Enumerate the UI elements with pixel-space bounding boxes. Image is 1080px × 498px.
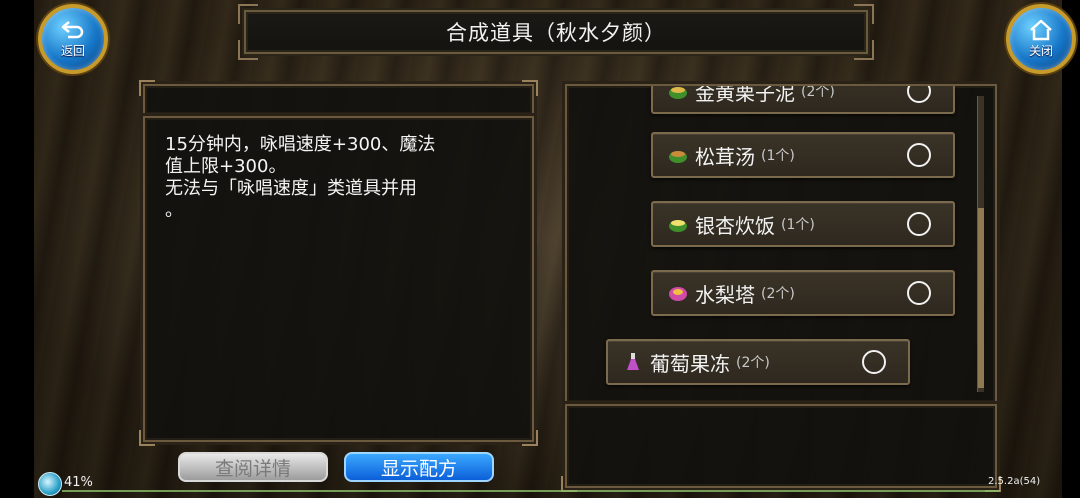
close-button[interactable]: 关闭 [1006, 4, 1076, 74]
select-radio[interactable] [907, 212, 931, 236]
back-button-label: 返回 [60, 44, 85, 58]
item-name: 水梨塔 [695, 282, 755, 307]
description-header [139, 80, 538, 116]
battery-orb-icon [38, 472, 62, 496]
list-item[interactable]: 松茸汤 (1个) [651, 132, 955, 178]
back-button[interactable]: 返回 [38, 4, 108, 74]
material-list-panel[interactable]: 金黄栗子泥 (2个) 松茸汤 (1个) 银杏炊饭 (1个) 水梨塔 (2个) 葡… [565, 84, 997, 404]
tart-icon [667, 282, 689, 304]
list-item[interactable]: 葡萄果冻 (2个) [606, 339, 910, 385]
version-label: 2.5.2a(54) [988, 476, 1041, 487]
item-name: 松茸汤 [695, 144, 755, 169]
list-item[interactable]: 金黄栗子泥 (2个) [651, 84, 955, 114]
select-radio[interactable] [907, 86, 931, 103]
potion-icon [622, 351, 644, 373]
food-bowl-icon [667, 144, 689, 166]
select-radio[interactable] [907, 143, 931, 167]
food-bowl-icon [667, 213, 689, 235]
description-panel: 15分钟内，咏唱速度+300、魔法 值上限+300。 无法与「咏唱速度」类道具并… [139, 116, 538, 446]
item-name: 金黄栗子泥 [695, 84, 795, 105]
list-item[interactable]: 银杏炊饭 (1个) [651, 201, 955, 247]
item-qty: (2个) [801, 84, 835, 100]
scrollbar-thumb[interactable] [978, 208, 984, 388]
status-bar-line [62, 490, 1000, 492]
food-bowl-icon [667, 86, 689, 102]
item-qty: (1个) [761, 148, 795, 164]
list-item[interactable]: 水梨塔 (2个) [651, 270, 955, 316]
select-radio[interactable] [862, 350, 886, 374]
battery-percent: 41% [64, 475, 93, 490]
close-button-label: 关闭 [1028, 44, 1053, 58]
item-qty: (2个) [761, 286, 795, 302]
screen-right-edge [1062, 0, 1080, 498]
screen-left-edge [0, 0, 34, 498]
item-description: 15分钟内，咏唱速度+300、魔法 值上限+300。 无法与「咏唱速度」类道具并… [165, 134, 436, 221]
list-footer-panel [561, 404, 1001, 492]
page-title: 合成道具（秋水夕颜） [446, 21, 666, 45]
item-qty: (2个) [736, 355, 770, 371]
select-radio[interactable] [907, 281, 931, 305]
view-details-button[interactable]: 查阅详情 [178, 452, 328, 482]
show-recipe-button[interactable]: 显示配方 [344, 452, 494, 482]
title-banner: 合成道具（秋水夕颜） [238, 4, 874, 60]
item-name: 葡萄果冻 [650, 351, 730, 376]
back-arrow-icon [61, 21, 84, 39]
list-scrollbar[interactable] [977, 96, 984, 392]
item-name: 银杏炊饭 [695, 213, 775, 238]
home-icon [1030, 19, 1052, 41]
item-qty: (1个) [781, 217, 815, 233]
